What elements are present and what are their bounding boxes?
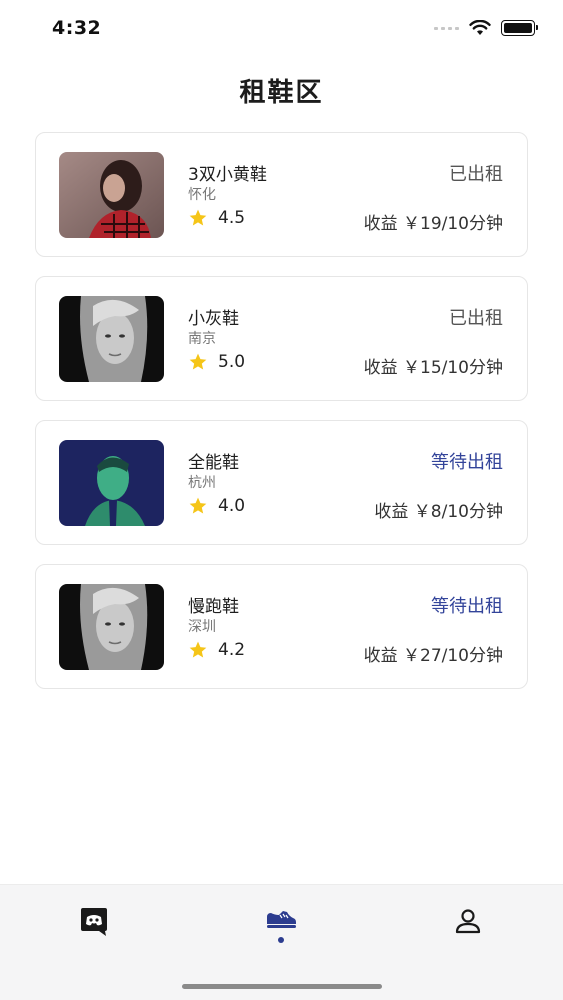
star-icon [189, 353, 207, 370]
shoe-rating: 4.5 [188, 208, 245, 228]
status-indicators [434, 20, 538, 36]
rental-status: 等待出租 [431, 452, 503, 473]
portrait-photo-icon [59, 440, 164, 526]
shoe-city: 深圳 [188, 619, 216, 635]
portrait-photo-icon [59, 296, 164, 382]
rental-status: 已出租 [449, 164, 503, 185]
page-title: 租鞋区 [239, 78, 324, 108]
chat-bubble-icon [81, 908, 107, 936]
shoe-rating: 5.0 [188, 352, 245, 372]
rating-value: 5.0 [218, 352, 246, 372]
rating-value: 4.2 [218, 640, 246, 660]
active-tab-indicator [278, 937, 284, 943]
shoe-name: 慢跑鞋 [188, 597, 239, 617]
person-icon [455, 909, 481, 934]
battery-icon [501, 20, 538, 36]
home-indicator [182, 984, 382, 989]
shoe-city: 怀化 [188, 187, 216, 203]
status-time: 4:32 [52, 17, 102, 39]
bottom-tab-bar [0, 884, 563, 1000]
rating-value: 4.0 [218, 496, 246, 516]
tab-profile[interactable] [438, 907, 498, 957]
rental-status: 等待出租 [431, 596, 503, 617]
shoe-city: 杭州 [188, 475, 216, 491]
shoe-card[interactable]: 慢跑鞋 深圳 4.2 等待出租 收益 ￥27/10分钟 [35, 564, 528, 689]
shoe-list: 3双小黄鞋 怀化 4.5 已出租 收益 ￥19/10分钟 小灰鞋 南京 5.0 [35, 132, 528, 708]
income-text: 收益 ￥15/10分钟 [363, 358, 503, 378]
shoe-card[interactable]: 全能鞋 杭州 4.0 等待出租 收益 ￥8/10分钟 [35, 420, 528, 545]
income-text: 收益 ￥19/10分钟 [363, 214, 503, 234]
rating-value: 4.5 [218, 208, 246, 228]
shoe-rating: 4.0 [188, 496, 245, 516]
shoe-card[interactable]: 小灰鞋 南京 5.0 已出租 收益 ￥15/10分钟 [35, 276, 528, 401]
income-text: 收益 ￥8/10分钟 [374, 502, 503, 522]
star-icon [189, 209, 207, 226]
shoe-city: 南京 [188, 331, 216, 347]
income-text: 收益 ￥27/10分钟 [363, 646, 503, 666]
shoe-card[interactable]: 3双小黄鞋 怀化 4.5 已出租 收益 ￥19/10分钟 [35, 132, 528, 257]
portrait-photo-icon [59, 584, 164, 670]
star-icon [189, 497, 207, 514]
sneaker-icon [267, 911, 296, 928]
shoe-name: 小灰鞋 [188, 309, 239, 329]
shoe-name: 全能鞋 [188, 453, 239, 473]
shoe-name: 3双小黄鞋 [188, 165, 267, 185]
shoe-rating: 4.2 [188, 640, 245, 660]
tab-shoes[interactable] [251, 907, 311, 957]
signal-icon [434, 26, 459, 30]
star-icon [189, 641, 207, 658]
tab-chat[interactable] [64, 907, 124, 957]
wifi-icon [469, 20, 491, 35]
status-bar: 4:32 [0, 0, 563, 56]
portrait-photo-icon [59, 152, 164, 238]
rental-status: 已出租 [449, 308, 503, 329]
